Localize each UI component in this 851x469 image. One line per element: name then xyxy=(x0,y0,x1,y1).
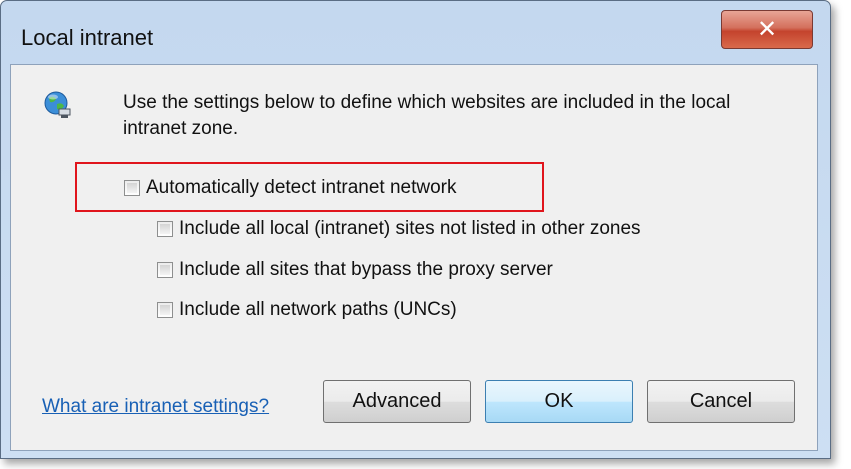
include-bypass-proxy-checkbox[interactable] xyxy=(157,262,173,278)
advanced-button[interactable]: Advanced xyxy=(323,380,471,423)
globe-network-icon xyxy=(44,91,71,118)
auto-detect-checkbox-row[interactable]: Automatically detect intranet network xyxy=(124,177,457,199)
include-local-sites-row[interactable]: Include all local (intranet) sites not l… xyxy=(157,218,641,240)
window-title: Local intranet xyxy=(21,25,154,50)
include-network-paths-row[interactable]: Include all network paths (UNCs) xyxy=(157,299,457,321)
dialog-window: Local intranet ✕ Use the settings below … xyxy=(0,0,831,459)
auto-detect-checkbox[interactable] xyxy=(124,180,140,196)
cancel-button[interactable]: Cancel xyxy=(647,380,795,423)
intro-text: Use the settings below to define which w… xyxy=(123,92,731,139)
close-button[interactable]: ✕ xyxy=(721,10,813,49)
include-local-sites-checkbox[interactable] xyxy=(157,221,173,237)
include-bypass-proxy-row[interactable]: Include all sites that bypass the proxy … xyxy=(157,259,553,281)
include-bypass-proxy-label: Include all sites that bypass the proxy … xyxy=(179,259,553,280)
ok-button[interactable]: OK xyxy=(485,380,633,423)
include-local-sites-label: Include all local (intranet) sites not l… xyxy=(179,218,641,239)
help-link[interactable]: What are intranet settings? xyxy=(42,396,269,418)
include-network-paths-label: Include all network paths (UNCs) xyxy=(179,299,457,320)
include-network-paths-checkbox[interactable] xyxy=(157,302,173,318)
dialog-content: Use the settings below to define which w… xyxy=(10,64,818,451)
close-icon: ✕ xyxy=(756,15,778,43)
auto-detect-label: Automatically detect intranet network xyxy=(146,177,457,198)
